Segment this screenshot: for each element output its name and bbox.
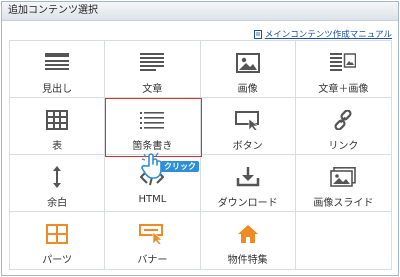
item-label: HTML	[138, 194, 167, 205]
item-image[interactable]: 画像	[200, 41, 296, 98]
item-list[interactable]: 箇条書き	[105, 98, 201, 155]
item-download[interactable]: ダウンロード	[200, 155, 296, 212]
table-icon	[43, 110, 71, 130]
item-label: 見出し	[42, 84, 73, 95]
item-label: 物件特集	[227, 255, 268, 266]
item-image-slide[interactable]: 画像スライド	[295, 155, 391, 212]
item-heading[interactable]: 見出し	[10, 41, 106, 98]
item-label: パーツ	[42, 255, 73, 266]
button-icon	[234, 110, 262, 130]
item-label: 画像スライド	[313, 198, 374, 209]
item-label: 余白	[47, 198, 68, 209]
content-select-dialog: 追加コンテンツ選択 メインコンテンツ作成マニュアル 見出し 文章 画像 文章＋画…	[1, 1, 399, 276]
click-badge: クリック	[161, 161, 199, 172]
item-label: ダウンロード	[217, 198, 278, 209]
heading-icon	[43, 53, 71, 73]
text-icon	[138, 53, 166, 73]
parts-icon	[43, 224, 71, 244]
item-table[interactable]: 表	[10, 98, 106, 155]
slideshow-icon	[329, 167, 357, 187]
item-text-image[interactable]: 文章＋画像	[295, 41, 391, 98]
item-label: 表	[52, 141, 63, 152]
empty-cell	[296, 212, 391, 269]
dialog-title: 追加コンテンツ選択	[2, 2, 398, 21]
manual-link-label: メインコンテンツ作成マニュアル	[264, 30, 392, 40]
download-icon	[234, 167, 262, 187]
manual-link[interactable]: メインコンテンツ作成マニュアル	[253, 28, 392, 40]
list-icon	[138, 110, 166, 130]
item-button[interactable]: ボタン	[200, 98, 296, 155]
item-label: バナー	[137, 255, 168, 266]
item-property-feature[interactable]: 物件特集	[201, 212, 296, 269]
item-banner[interactable]: バナー	[105, 212, 201, 269]
item-parts[interactable]: パーツ	[10, 212, 106, 269]
item-link[interactable]: リンク	[295, 98, 391, 155]
item-label: 文章＋画像	[318, 84, 369, 95]
link-icon	[329, 110, 357, 130]
item-label: ボタン	[232, 141, 263, 152]
item-text[interactable]: 文章	[105, 41, 201, 98]
banner-icon	[138, 224, 166, 244]
text-image-icon	[329, 53, 357, 73]
item-label: 画像	[237, 84, 258, 95]
item-label: 箇条書き	[132, 141, 173, 152]
item-label: リンク	[328, 141, 359, 152]
document-icon	[253, 29, 262, 39]
image-icon	[234, 53, 262, 73]
item-label: 文章	[142, 84, 163, 95]
content-type-grid: 見出し 文章 画像 文章＋画像 表 箇条書き ボタン リンク 余白 HTML ダ…	[9, 40, 392, 270]
property-feature-icon	[234, 224, 262, 244]
item-spacing[interactable]: 余白	[10, 155, 106, 212]
spacing-icon	[43, 166, 71, 188]
